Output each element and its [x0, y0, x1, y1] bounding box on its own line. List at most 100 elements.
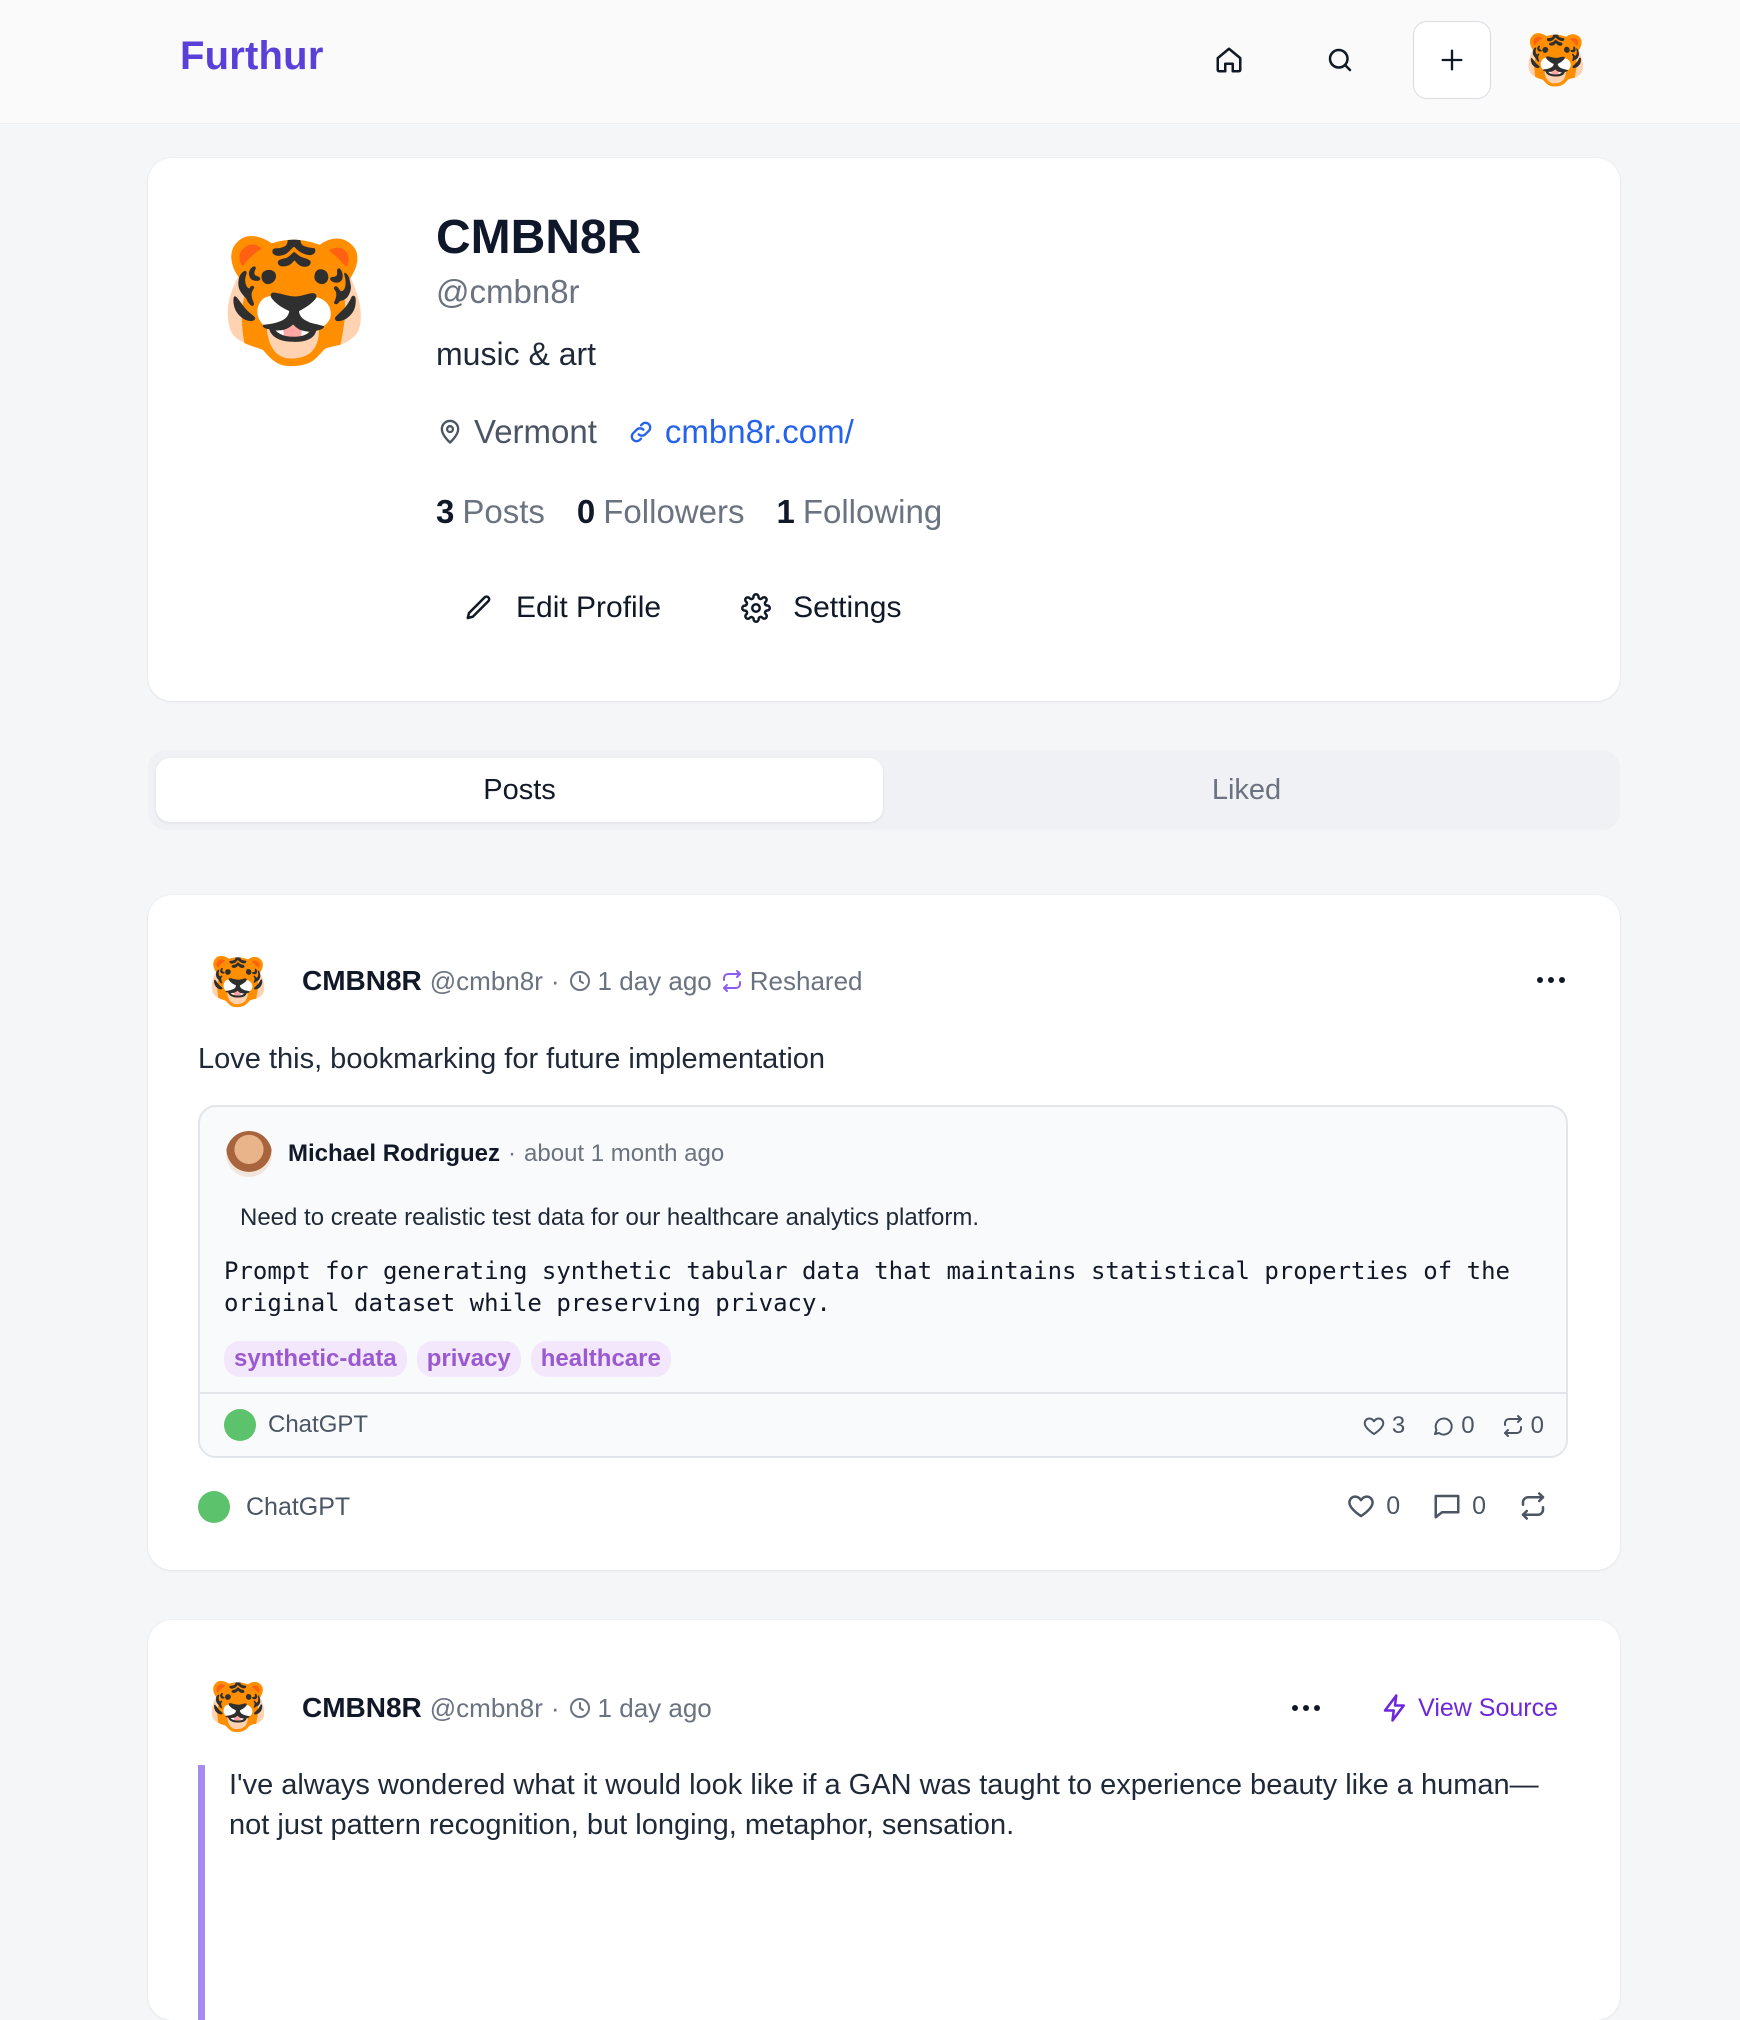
post-author-avatar[interactable]: 🐯 — [208, 1678, 268, 1738]
settings-label: Settings — [793, 591, 902, 624]
tab-liked[interactable]: Liked — [883, 758, 1610, 822]
profile-website-text: cmbn8r.com/ — [664, 413, 854, 450]
quoted-post-header: Michael Rodriguez · about 1 month ago — [288, 1140, 724, 1168]
quoted-model: ChatGPT — [224, 1409, 368, 1441]
quoted-description: Need to create realistic test data for o… — [240, 1204, 980, 1231]
create-post-button[interactable] — [1413, 21, 1491, 99]
heart-icon — [1363, 1417, 1385, 1435]
separator-dot: · — [550, 1692, 560, 1723]
quoted-author-avatar[interactable] — [226, 1131, 272, 1177]
settings-button[interactable]: Settings — [741, 591, 901, 625]
profile-tabs: Posts Liked — [148, 750, 1620, 830]
quoted-comment-button[interactable]: 0 — [1431, 1412, 1475, 1440]
profile-name: CMBN8R — [436, 211, 642, 264]
post-card: 🐯 CMBN8R @cmbn8r · 1 day ago View Source… — [148, 1620, 1620, 2020]
home-button[interactable] — [1190, 21, 1268, 99]
lightning-icon — [1383, 1694, 1406, 1722]
profile-card: 🐯 CMBN8R @cmbn8r music & art Vermont cmb… — [148, 158, 1620, 701]
tag-privacy[interactable]: privacy — [416, 1341, 521, 1377]
followers-stat[interactable]: 0 Followers — [577, 493, 745, 531]
post-quote-text: I've always wondered what it would look … — [198, 1765, 1568, 2020]
post-time: 1 day ago — [597, 1692, 712, 1723]
quoted-post[interactable]: Michael Rodriguez · about 1 month ago Ne… — [198, 1105, 1568, 1458]
tag-healthcare[interactable]: healthcare — [530, 1341, 671, 1377]
clock-icon — [569, 971, 590, 991]
post-model-label: ChatGPT — [246, 1492, 351, 1521]
view-source-button[interactable]: View Source — [1380, 1693, 1558, 1723]
following-label: Following — [802, 493, 943, 530]
comment-icon — [1434, 1417, 1453, 1436]
post-model: ChatGPT — [198, 1491, 350, 1523]
profile-website-link[interactable]: cmbn8r.com/ — [627, 413, 854, 451]
profile-meta: Vermont cmbn8r.com/ — [436, 413, 854, 451]
separator-dot: · — [508, 1140, 517, 1167]
post-footer: ChatGPT 0 0 — [198, 1485, 1568, 1535]
post-header: CMBN8R @cmbn8r · 1 day ago Reshared — [302, 965, 863, 997]
post-author-handle: @cmbn8r — [429, 965, 543, 996]
reshare-icon — [722, 970, 741, 992]
quoted-tags: synthetic-data privacy healthcare — [224, 1341, 681, 1377]
posts-count: 3 — [436, 493, 455, 530]
reshared-label: Reshared — [749, 965, 863, 996]
edit-profile-button[interactable]: Edit Profile — [464, 591, 661, 625]
quoted-reshare-button[interactable]: 0 — [1501, 1412, 1544, 1440]
quoted-comment-count: 0 — [1461, 1412, 1475, 1439]
app-logo[interactable]: Furthur — [180, 34, 324, 79]
reshare-icon — [1503, 1415, 1522, 1437]
post-author-name[interactable]: CMBN8R — [302, 1692, 422, 1724]
quoted-author-name[interactable]: Michael Rodriguez — [288, 1140, 500, 1168]
profile-handle: @cmbn8r — [436, 273, 580, 310]
map-pin-icon — [440, 419, 460, 444]
post-more-button[interactable] — [1281, 1688, 1331, 1728]
link-icon — [630, 421, 652, 443]
post-stats: 0 0 — [1314, 1491, 1558, 1521]
profile-bio: music & art — [436, 336, 597, 372]
edit-profile-label: Edit Profile — [516, 591, 662, 624]
pencil-icon — [466, 595, 491, 620]
profile-location-text: Vermont — [474, 413, 597, 450]
post-time: 1 day ago — [597, 965, 712, 996]
profile-avatar: 🐯 — [218, 233, 370, 369]
view-source-label: View Source — [1418, 1693, 1558, 1722]
post-header: CMBN8R @cmbn8r · 1 day ago — [302, 1692, 712, 1724]
followers-label: Followers — [603, 493, 745, 530]
search-button[interactable] — [1301, 21, 1379, 99]
profile-stats: 3 Posts 0 Followers 1 Following — [436, 493, 974, 531]
reshare-button[interactable] — [1518, 1491, 1558, 1521]
quoted-post-time: about 1 month ago — [524, 1140, 725, 1167]
tag-synthetic-data[interactable]: synthetic-data — [224, 1341, 407, 1377]
posts-label: Posts — [462, 493, 545, 530]
like-count: 0 — [1386, 1491, 1401, 1520]
following-stat[interactable]: 1 Following — [776, 493, 942, 531]
quoted-footer: ChatGPT 3 0 0 — [200, 1392, 1566, 1456]
top-navbar: Furthur 🐯 — [0, 0, 1740, 124]
current-user-avatar[interactable]: 🐯 — [1517, 21, 1595, 99]
search-icon — [1328, 48, 1352, 72]
post-author-avatar[interactable]: 🐯 — [208, 953, 268, 1013]
plus-icon — [1441, 49, 1463, 71]
profile-actions: Edit Profile Settings — [464, 591, 981, 625]
reshared-indicator: Reshared — [720, 966, 863, 997]
like-button[interactable]: 0 — [1346, 1491, 1400, 1521]
reshare-icon — [1521, 1492, 1545, 1520]
post-author-name[interactable]: CMBN8R — [302, 965, 422, 997]
post-card: 🐯 CMBN8R @cmbn8r · 1 day ago Reshared Lo… — [148, 895, 1620, 1570]
posts-stat[interactable]: 3 Posts — [436, 493, 545, 531]
model-status-dot — [224, 1409, 256, 1441]
post-more-button[interactable] — [1526, 960, 1576, 1000]
followers-count: 0 — [576, 493, 596, 530]
profile-location: Vermont — [436, 413, 597, 451]
separator-dot: · — [550, 965, 560, 996]
comment-icon — [1434, 1494, 1460, 1519]
comment-count: 0 — [1472, 1491, 1486, 1520]
home-icon — [1216, 47, 1242, 73]
comment-button[interactable]: 0 — [1432, 1491, 1486, 1521]
post-text: Love this, bookmarking for future implem… — [198, 1043, 826, 1075]
quoted-like-count: 3 — [1391, 1412, 1406, 1439]
clock-icon — [569, 1698, 590, 1718]
gear-icon — [741, 593, 772, 623]
quoted-like-button[interactable]: 3 — [1362, 1412, 1405, 1440]
following-count: 1 — [776, 493, 795, 530]
tab-posts[interactable]: Posts — [156, 758, 883, 822]
more-icon — [1292, 1705, 1320, 1711]
